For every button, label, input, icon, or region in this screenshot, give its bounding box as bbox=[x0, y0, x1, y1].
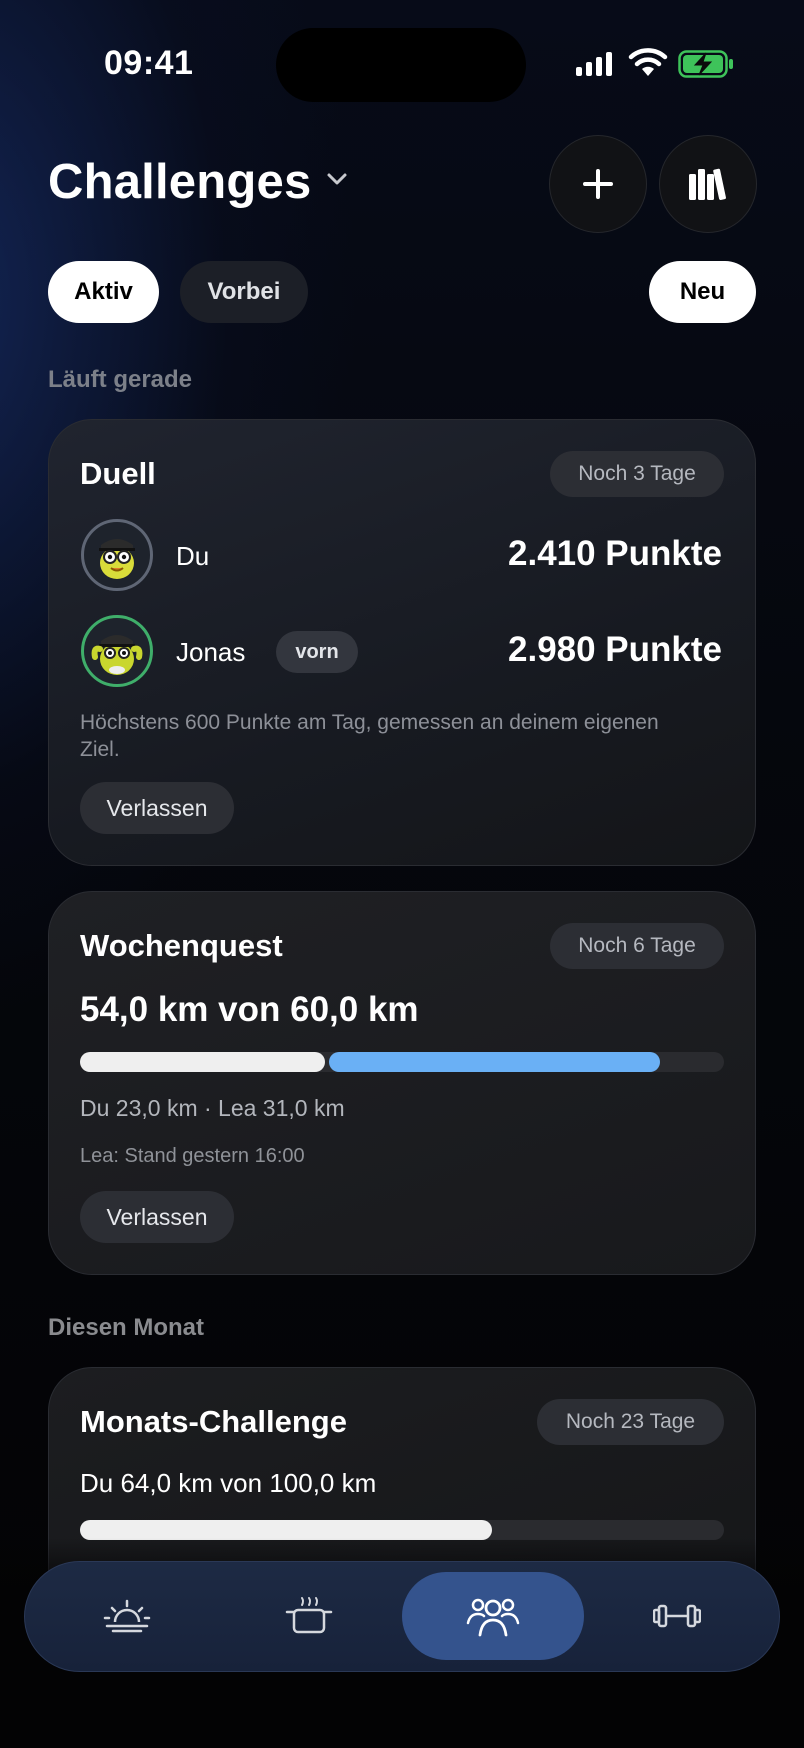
mascot-coach-icon bbox=[99, 539, 135, 579]
library-button[interactable] bbox=[659, 135, 757, 233]
filter-vorbei[interactable]: Vorbei bbox=[180, 261, 308, 323]
people-group-icon bbox=[466, 1598, 520, 1637]
wifi-icon bbox=[628, 48, 668, 76]
leave-weekly-quest-button[interactable]: Verlassen bbox=[80, 1191, 234, 1243]
weekly-quest-days-badge: Noch 6 Tage bbox=[550, 923, 724, 969]
page-title[interactable]: Challenges bbox=[48, 154, 311, 210]
add-challenge-button[interactable] bbox=[549, 135, 647, 233]
avatar-du bbox=[81, 519, 153, 591]
weekly-quest-title: Wochenquest bbox=[80, 928, 283, 963]
avatar-jonas bbox=[81, 615, 153, 687]
player-name-du: Du bbox=[176, 541, 210, 571]
tab-cooking[interactable] bbox=[218, 1572, 400, 1660]
monthly-challenge-progress-text: Du 64,0 km von 100,0 km bbox=[80, 1468, 377, 1498]
mascot-coach-icon bbox=[91, 635, 143, 675]
weekly-quest-breakdown: Du 23,0 km · Lea 31,0 km bbox=[80, 1095, 345, 1121]
tab-today[interactable] bbox=[36, 1572, 218, 1660]
leader-badge: vorn bbox=[276, 631, 358, 673]
dumbbell-icon bbox=[653, 1604, 701, 1628]
weekly-quest-progress-track bbox=[80, 1052, 724, 1072]
section-heading-this-month: Diesen Monat bbox=[48, 1314, 205, 1341]
duel-title: Duell bbox=[80, 456, 156, 491]
weekly-quest-progress-text: 54,0 km von 60,0 km bbox=[80, 990, 419, 1029]
monthly-challenge-progress-track bbox=[80, 1520, 724, 1540]
chevron-down-icon[interactable] bbox=[326, 172, 348, 186]
duel-days-badge: Noch 3 Tage bbox=[550, 451, 724, 497]
progress-segment-du bbox=[80, 1520, 493, 1540]
new-challenge-button[interactable]: Neu bbox=[649, 261, 756, 323]
duel-description: Höchstens 600 Punkte am Tag, gemessen an… bbox=[80, 711, 659, 761]
player-name-jonas: Jonas bbox=[176, 637, 246, 667]
dynamic-island bbox=[276, 28, 526, 102]
progress-segment-lea bbox=[328, 1052, 660, 1072]
weekly-quest-note: Lea: Stand gestern 16:00 bbox=[80, 1145, 305, 1167]
battery-charging-icon bbox=[678, 50, 733, 78]
player-points-du: 2.410 Punkte bbox=[508, 534, 722, 573]
monthly-challenge-title: Monats-Challenge bbox=[80, 1404, 347, 1439]
cooking-pot-icon bbox=[285, 1597, 333, 1634]
progress-segment-du bbox=[80, 1052, 325, 1072]
filter-aktiv[interactable]: Aktiv bbox=[48, 261, 159, 323]
tab-workout[interactable] bbox=[586, 1572, 768, 1660]
monthly-challenge-days-badge: Noch 23 Tage bbox=[537, 1399, 724, 1445]
plus-icon bbox=[583, 169, 613, 199]
tab-challenges[interactable] bbox=[402, 1572, 584, 1660]
sunrise-icon bbox=[103, 1599, 151, 1633]
player-points-jonas: 2.980 Punkte bbox=[508, 630, 722, 669]
status-time: 09:41 bbox=[104, 44, 194, 82]
cellular-signal-icon bbox=[576, 52, 612, 76]
library-books-icon bbox=[689, 168, 726, 200]
leave-duel-button[interactable]: Verlassen bbox=[80, 782, 234, 834]
section-heading-running: Läuft gerade bbox=[48, 366, 193, 393]
